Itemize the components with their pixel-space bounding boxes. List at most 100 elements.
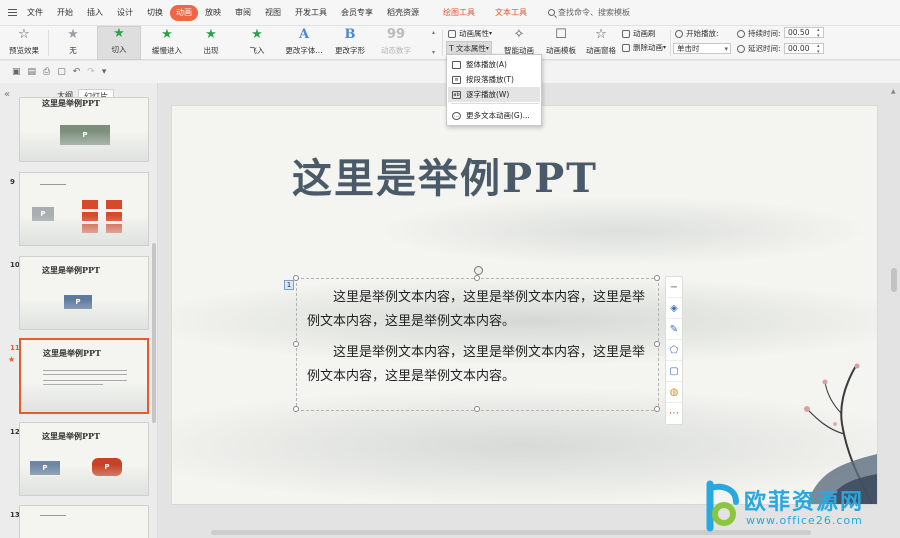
ink-mist (372, 196, 872, 266)
resize-handle[interactable] (474, 406, 480, 412)
play-by-letter-option[interactable]: ab 逐字播放(W) (448, 87, 540, 102)
undo-icon[interactable]: ↶ (73, 67, 81, 77)
anim-change-font[interactable]: A 更改字体... (282, 26, 326, 60)
more-text-anim-option[interactable]: … 更多文本动画(G)... (448, 108, 540, 123)
slide-title[interactable]: 这里是举例PPT (292, 146, 598, 204)
menu-developer[interactable]: 开发工具 (288, 5, 334, 21)
dropdown-divider (451, 103, 539, 104)
anim-appear[interactable]: ★ 出现 (192, 26, 230, 60)
anim-dynamic-number-label: 动态数字 (381, 46, 411, 55)
menu-animation[interactable]: 动画 (170, 4, 198, 21)
scroll-up-icon[interactable]: ▲ (891, 88, 896, 95)
anim-cut-in[interactable]: ★ 切入 (97, 26, 141, 60)
preview-effect-button[interactable]: ☆ 预览效果 (4, 26, 44, 60)
chevron-down-icon: ▾ (485, 45, 489, 52)
slide-thumbnail-12[interactable]: 这里是举例PPT P P (19, 422, 149, 496)
anim-brush-button[interactable]: 动画刷 (622, 28, 656, 39)
gallery-scroll-up[interactable]: ▴ (432, 29, 435, 36)
frame-icon[interactable]: ▢ (666, 361, 682, 382)
command-search[interactable]: 查找命令、搜索模板 (548, 7, 630, 18)
export-pdf-icon[interactable]: ▤ (28, 67, 37, 77)
menu-slideshow[interactable]: 放映 (198, 5, 228, 21)
anim-cut-in-label: 切入 (111, 45, 127, 54)
layers-icon[interactable]: ◈ (666, 298, 682, 319)
slide-thumbnail-13[interactable] (19, 505, 149, 538)
menu-transition[interactable]: 切换 (140, 5, 170, 21)
play-icon (675, 29, 683, 38)
menu-member[interactable]: 会员专享 (334, 5, 380, 21)
ribbon-divider (670, 30, 671, 56)
thumb-title: 这里是举例PPT (42, 98, 100, 108)
customize-icon[interactable]: ▾ (102, 67, 107, 77)
anim-template-button[interactable]: ☐ 动画模板 (542, 26, 580, 60)
font-b-icon: B (344, 27, 356, 42)
thumb-background (20, 215, 148, 245)
preview-icon[interactable]: ▢ (57, 67, 66, 77)
thumb-title: 这里是举例PPT (42, 265, 100, 275)
menu-insert[interactable]: 插入 (80, 5, 110, 21)
resize-handle[interactable] (474, 275, 480, 281)
shape-icon[interactable]: ⬠ (666, 340, 682, 361)
play-by-paragraph-option[interactable]: ≡ 按段落播放(T) (448, 72, 540, 87)
menu-design[interactable]: 设计 (110, 5, 140, 21)
delay-input[interactable]: 00.00 (784, 43, 824, 55)
menu-file[interactable]: 文件 (20, 5, 50, 21)
menu-home[interactable]: 开始 (50, 5, 80, 21)
gallery-expand[interactable]: ▾ (432, 49, 435, 56)
minus-icon[interactable]: − (666, 277, 682, 298)
duration-input[interactable]: 00.50 (784, 27, 824, 39)
text-icon: T (449, 44, 454, 53)
anim-slow-enter[interactable]: ★ 缓慢进入 (146, 26, 188, 60)
save-icon[interactable]: ▣ (12, 67, 21, 77)
menu-text-tools[interactable]: 文本工具 (488, 5, 534, 21)
slide-thumbnail-11[interactable]: 这里是举例PPT (19, 338, 149, 414)
menu-drawing-tools[interactable]: 绘图工具 (436, 5, 482, 21)
thumb-title-line (40, 515, 66, 516)
menu-docer[interactable]: 稻壳资源 (380, 5, 426, 21)
number-icon: 99 (386, 27, 406, 42)
star-icon: ★ (67, 27, 79, 42)
bulb-icon[interactable]: ◍ (666, 382, 682, 403)
star-icon: ★ (251, 27, 263, 42)
ribbon-divider (442, 30, 443, 56)
floating-toolbar: − ◈ ✎ ⬠ ▢ ◍ ⋯ (665, 276, 683, 425)
chevron-down-icon: ▾ (489, 30, 493, 37)
resize-handle[interactable] (293, 341, 299, 347)
anim-change-glyph[interactable]: B 更改字形 (331, 26, 369, 60)
menu-review[interactable]: 审阅 (228, 5, 258, 21)
animation-order-badge[interactable]: 1 (284, 280, 294, 290)
current-slide[interactable]: 这里是举例PPT 1 这里是举例文本内容，这里是举例文本内容，这里是举例文本内容… (171, 105, 878, 505)
more-text-anim-label: 更多文本动画(G)... (466, 111, 530, 120)
anim-props-button[interactable]: 动画属性 ▾ (448, 28, 492, 39)
anim-pane-button[interactable]: ☆ 动画窗格 (584, 26, 618, 60)
panel-scrollbar[interactable] (152, 243, 156, 423)
menu-icon[interactable] (8, 9, 17, 16)
menu-bar: 文件 开始 插入 设计 切换 动画 放映 审阅 视图 开发工具 会员专享 稻壳资… (0, 0, 900, 26)
rotate-handle[interactable] (474, 266, 483, 275)
slide-thumbnail-8[interactable]: 这里是举例PPT P (19, 97, 149, 162)
collapse-panel-icon[interactable]: « (4, 89, 10, 100)
body-textbox[interactable]: 这里是举例文本内容，这里是举例文本内容，这里是举例文本内容，这里是举例文本内容。… (293, 275, 660, 412)
text-props-dropdown: 整体播放(A) ≡ 按段落播放(T) ab 逐字播放(W) … 更多文本动画(G… (446, 54, 542, 126)
slide-thumbnail-9[interactable]: P (19, 172, 149, 246)
anim-fly-in[interactable]: ★ 飞入 (238, 26, 276, 60)
redo-icon[interactable]: ↷ (87, 67, 95, 77)
more-icon[interactable]: ⋯ (666, 403, 682, 424)
resize-handle[interactable] (654, 406, 660, 412)
resize-handle[interactable] (654, 275, 660, 281)
print-icon[interactable]: ⎙ (43, 67, 50, 77)
anim-none[interactable]: ★ 无 (55, 26, 91, 60)
anim-dynamic-number[interactable]: 99 动态数字 (376, 26, 416, 60)
start-play-select[interactable]: 单击时 (673, 43, 731, 54)
resize-handle[interactable] (293, 406, 299, 412)
canvas-vertical-scrollbar[interactable]: ▲ (890, 88, 898, 533)
scroll-thumb[interactable] (891, 268, 897, 292)
play-whole-option[interactable]: 整体播放(A) (448, 57, 540, 72)
menu-view[interactable]: 视图 (258, 5, 288, 21)
resize-handle[interactable] (654, 341, 660, 347)
slide-thumbnail-10[interactable]: 这里是举例PPT P (19, 256, 149, 330)
delete-anim-button[interactable]: 删除动画 ▾ (622, 42, 666, 53)
pen-icon[interactable]: ✎ (666, 319, 682, 340)
play-whole-label: 整体播放(A) (466, 60, 507, 69)
resize-handle[interactable] (293, 275, 299, 281)
